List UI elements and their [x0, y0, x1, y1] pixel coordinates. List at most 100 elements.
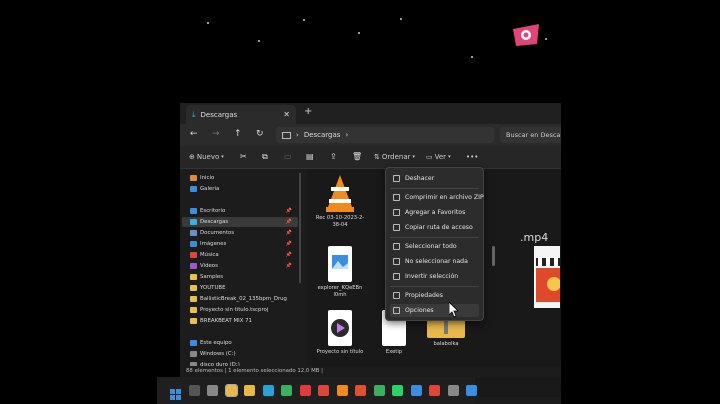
file-name: balabolka [433, 341, 459, 347]
file-item[interactable]: Rec 03-10-2023-2-38-04 [313, 173, 367, 229]
close-tab-icon[interactable]: ✕ [283, 110, 290, 119]
star-decoration [471, 56, 473, 58]
pin-icon: 📌 [285, 252, 292, 258]
taskbar [157, 377, 477, 404]
menu-separator [390, 237, 479, 238]
file-item[interactable]: explorer_KQeEBn l0mh [313, 245, 367, 299]
cut-icon[interactable]: ✂ [240, 152, 247, 161]
more-options-button[interactable]: ••• [466, 153, 478, 161]
sidebar-item[interactable]: Descargas 📌 [182, 217, 298, 227]
brave-icon[interactable] [318, 385, 329, 396]
sort-button[interactable]: ⇅ Ordenar ▾ [374, 153, 415, 161]
view-button-label: Ver [434, 153, 447, 161]
menu-item[interactable]: Seleccionar todo [390, 240, 479, 253]
chrome-icon[interactable] [281, 385, 292, 396]
sidebar-item-label: Imágenes [200, 241, 227, 247]
back-arrow-icon[interactable]: ← [190, 129, 198, 139]
office-icon[interactable] [355, 385, 366, 396]
view-icon: ▭ [426, 153, 433, 161]
sidebar-scrollbar[interactable] [299, 173, 301, 283]
menu-item-label: Comprimir en archivo ZIP [405, 194, 484, 201]
sidebar-item[interactable]: BallisticBreak_02_135bpm_Drug [182, 294, 298, 304]
whatsapp-icon[interactable] [392, 385, 403, 396]
sidebar-item[interactable]: Escritorio 📌 [182, 206, 298, 216]
path-field[interactable]: › Descargas › [276, 127, 494, 143]
folder-icon [190, 296, 197, 302]
file-name: Proyecto sin título [316, 349, 364, 355]
folder-icon[interactable] [244, 385, 255, 396]
sidebar-item[interactable]: Galería [182, 184, 298, 194]
sidebar-item[interactable]: YOUTUBE [182, 283, 298, 293]
paste-icon[interactable]: ▭ [284, 152, 292, 161]
folder-icon [190, 351, 197, 357]
folder-icon [190, 274, 197, 280]
folder-icon [190, 318, 197, 324]
pin-icon: 📌 [285, 208, 292, 214]
chevron-right-icon: › [345, 131, 349, 139]
file-item[interactable]: Proyecto sin título [313, 309, 367, 356]
refresh-icon[interactable]: ↻ [256, 129, 264, 139]
sidebar-item[interactable]: Samples [182, 272, 298, 282]
menu-separator [390, 188, 479, 189]
star-decoration [207, 22, 209, 24]
windows-start-icon[interactable] [170, 385, 181, 400]
sidebar-item[interactable]: Videos 📌 [182, 261, 298, 271]
status-text: 88 elementos | 1 elemento seleccionado 1… [186, 368, 323, 374]
channel-logo-icon [513, 24, 539, 46]
sidebar-item[interactable]: Windows (C:) [182, 349, 298, 359]
tab-bar: ⤓ Descargas ✕ + [180, 103, 561, 124]
sidebar-item[interactable]: BREAKBEAT MIX 71 [182, 316, 298, 326]
copy-icon[interactable]: ⧉ [262, 152, 268, 162]
new-button[interactable]: ⊕ Nuevo ▾ [189, 153, 224, 161]
command-bar: ⊕ Nuevo ▾ ✂ ⧉ ▭ ▤ ⇪ 🗑 ⇅ Ordenar ▾ ▭ Ver … [180, 146, 561, 169]
menu-item-label: Deshacer [405, 175, 435, 182]
rename-icon[interactable]: ▤ [306, 152, 314, 161]
star-icon [393, 209, 400, 216]
folder-icon [190, 340, 197, 346]
folder-icon [190, 208, 197, 214]
menu-item[interactable]: Opciones [390, 304, 479, 317]
sidebar-item-label: Samples [200, 274, 224, 280]
sidebar-item[interactable]: Este equipo [182, 338, 298, 348]
app-icon[interactable] [429, 385, 440, 396]
menu-item[interactable]: Copiar ruta de acceso [390, 221, 479, 234]
edge-icon[interactable] [262, 385, 274, 396]
tab-descargas[interactable]: ⤓ Descargas ✕ [186, 105, 296, 124]
view-button[interactable]: ▭ Ver ▾ [426, 153, 451, 161]
menu-item[interactable]: Comprimir en archivo ZIP [390, 191, 484, 204]
breadcrumb-descargas[interactable]: Descargas [304, 131, 341, 139]
menu-item[interactable]: Invertir selección [390, 270, 479, 283]
content-scrollbar[interactable] [492, 246, 495, 266]
menu-item[interactable]: No seleccionar nada [390, 255, 479, 268]
task-view-icon[interactable] [207, 385, 218, 396]
delete-icon[interactable]: 🗑 [352, 152, 362, 161]
folder-icon [190, 219, 197, 225]
youtube-icon[interactable] [299, 385, 311, 396]
sidebar-item-label: Windows (C:) [200, 351, 236, 357]
share-icon[interactable]: ⇪ [330, 152, 337, 161]
app-icon[interactable] [466, 385, 477, 396]
sidebar-item-label: BallisticBreak_02_135bpm_Drug [200, 296, 287, 302]
sidebar-item[interactable]: Proyecto sin título.tscproj [182, 305, 298, 315]
photos-icon[interactable] [410, 385, 422, 396]
menu-item[interactable]: Deshacer [390, 172, 479, 185]
search-icon[interactable] [188, 385, 200, 396]
up-arrow-icon[interactable]: ↑ [234, 129, 242, 139]
file-name: Rec 03-10-2023-2-38-04 [315, 215, 365, 228]
vlc-icon[interactable] [336, 385, 348, 396]
sidebar-item-label: Este equipo [200, 340, 232, 346]
sidebar-item[interactable]: Imágenes 📌 [182, 239, 298, 249]
forward-arrow-icon[interactable]: → [212, 129, 220, 139]
sidebar-item[interactable]: Documentos 📌 [182, 228, 298, 238]
file-explorer-icon[interactable] [224, 384, 238, 397]
sidebar-item[interactable]: Inicio [182, 173, 298, 183]
sort-icon: ⇅ [374, 153, 380, 161]
excel-icon[interactable] [373, 385, 385, 396]
menu-item[interactable]: Propiedades [390, 289, 479, 302]
menu-item[interactable]: Agregar a Favoritos [390, 206, 479, 219]
settings-icon[interactable] [447, 385, 459, 396]
file-explorer-window: ⤓ Descargas ✕ + ← → ↑ ↻ › Descargas › Bu… [180, 103, 561, 404]
sidebar-item[interactable]: Música 📌 [182, 250, 298, 260]
search-input[interactable]: Buscar en Descargas [500, 127, 561, 143]
new-tab-button[interactable]: + [304, 106, 312, 117]
